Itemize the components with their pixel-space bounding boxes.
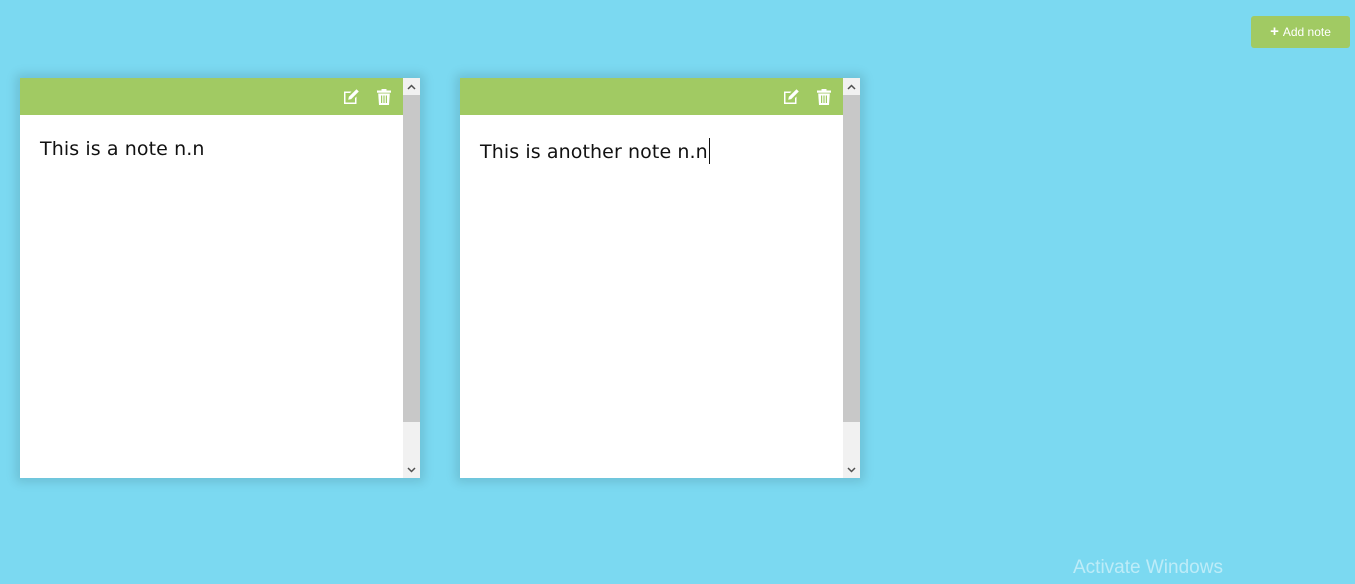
note-scrollbar[interactable] <box>843 78 860 478</box>
scroll-down-arrow-icon[interactable] <box>843 461 860 478</box>
plus-icon: + <box>1270 23 1279 40</box>
scroll-up-arrow-icon[interactable] <box>403 78 420 95</box>
note-scrollbar[interactable] <box>403 78 420 478</box>
edit-icon[interactable] <box>782 88 800 106</box>
note-text-content: This is another note n.n <box>480 141 708 163</box>
add-note-button[interactable]: + Add note <box>1251 16 1350 48</box>
trash-icon[interactable] <box>375 88 393 106</box>
scroll-up-arrow-icon[interactable] <box>843 78 860 95</box>
add-note-label: Add note <box>1282 25 1331 39</box>
edit-icon[interactable] <box>342 88 360 106</box>
note-toolbar <box>20 78 403 115</box>
note-card: This is a note n.n <box>20 78 420 478</box>
scroll-thumb[interactable] <box>403 95 420 422</box>
activate-windows-watermark: Activate Windows <box>1073 557 1223 578</box>
note-text-content: This is a note n.n <box>40 138 205 160</box>
note-card: This is another note n.n <box>460 78 860 478</box>
trash-icon[interactable] <box>815 88 833 106</box>
scroll-thumb[interactable] <box>843 95 860 422</box>
note-text[interactable]: This is a note n.n <box>40 138 380 160</box>
note-text[interactable]: This is another note n.n <box>480 138 820 164</box>
note-toolbar <box>460 78 843 115</box>
text-caret <box>708 138 710 164</box>
scroll-down-arrow-icon[interactable] <box>403 461 420 478</box>
